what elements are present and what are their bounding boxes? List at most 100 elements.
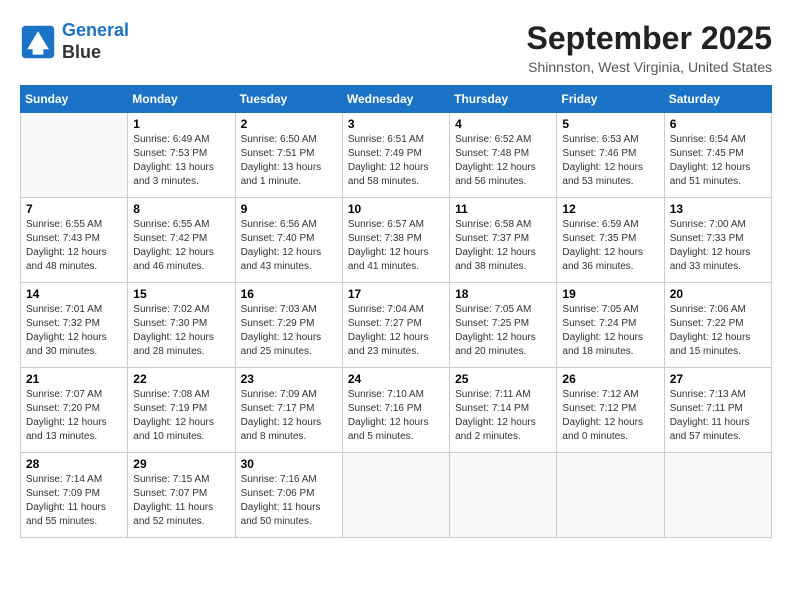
calendar-cell: 15 Sunrise: 7:02 AMSunset: 7:30 PMDayligh…	[128, 283, 235, 368]
calendar-cell: 16 Sunrise: 7:03 AMSunset: 7:29 PMDayligh…	[235, 283, 342, 368]
day-info: Sunrise: 7:12 AMSunset: 7:12 PMDaylight:…	[562, 388, 658, 444]
logo-icon	[20, 24, 56, 60]
day-info: Sunrise: 7:10 AMSunset: 7:16 PMDaylight:…	[348, 388, 444, 444]
day-info: Sunrise: 7:04 AMSunset: 7:27 PMDaylight:…	[348, 303, 444, 359]
weekday-header-monday: Monday	[128, 86, 235, 113]
week-row-1: 1 Sunrise: 6:49 AMSunset: 7:53 PMDaylight…	[21, 113, 772, 198]
day-info: Sunrise: 6:53 AMSunset: 7:46 PMDaylight:…	[562, 133, 658, 189]
logo-text: General Blue	[62, 20, 129, 63]
day-info: Sunrise: 7:11 AMSunset: 7:14 PMDaylight:…	[455, 388, 551, 444]
day-number: 19	[562, 287, 658, 301]
calendar-cell: 19 Sunrise: 7:05 AMSunset: 7:24 PMDayligh…	[557, 283, 664, 368]
week-row-4: 21 Sunrise: 7:07 AMSunset: 7:20 PMDayligh…	[21, 368, 772, 453]
weekday-header-row: SundayMondayTuesdayWednesdayThursdayFrid…	[21, 86, 772, 113]
day-number: 3	[348, 117, 444, 131]
calendar-cell: 28 Sunrise: 7:14 AMSunset: 7:09 PMDayligh…	[21, 453, 128, 538]
calendar-cell: 30 Sunrise: 7:16 AMSunset: 7:06 PMDayligh…	[235, 453, 342, 538]
day-info: Sunrise: 6:55 AMSunset: 7:42 PMDaylight:…	[133, 218, 229, 274]
day-info: Sunrise: 7:14 AMSunset: 7:09 PMDaylight:…	[26, 473, 122, 529]
day-info: Sunrise: 7:06 AMSunset: 7:22 PMDaylight:…	[670, 303, 766, 359]
calendar-cell: 6 Sunrise: 6:54 AMSunset: 7:45 PMDaylight…	[664, 113, 771, 198]
day-info: Sunrise: 7:05 AMSunset: 7:25 PMDaylight:…	[455, 303, 551, 359]
week-row-5: 28 Sunrise: 7:14 AMSunset: 7:09 PMDayligh…	[21, 453, 772, 538]
calendar-cell: 11 Sunrise: 6:58 AMSunset: 7:37 PMDayligh…	[450, 198, 557, 283]
day-info: Sunrise: 7:05 AMSunset: 7:24 PMDaylight:…	[562, 303, 658, 359]
day-info: Sunrise: 6:50 AMSunset: 7:51 PMDaylight:…	[241, 133, 337, 189]
day-number: 12	[562, 202, 658, 216]
day-info: Sunrise: 6:54 AMSunset: 7:45 PMDaylight:…	[670, 133, 766, 189]
day-number: 15	[133, 287, 229, 301]
day-number: 5	[562, 117, 658, 131]
calendar-cell	[21, 113, 128, 198]
calendar-cell: 9Sunrise: 6:56 AMSunset: 7:40 PMDaylight…	[235, 198, 342, 283]
page-header: General Blue September 2025 Shinnston, W…	[20, 20, 772, 75]
weekday-header-wednesday: Wednesday	[342, 86, 449, 113]
day-number: 11	[455, 202, 551, 216]
calendar-cell: 17 Sunrise: 7:04 AMSunset: 7:27 PMDayligh…	[342, 283, 449, 368]
weekday-header-tuesday: Tuesday	[235, 86, 342, 113]
day-number: 13	[670, 202, 766, 216]
day-number: 21	[26, 372, 122, 386]
calendar-cell: 25 Sunrise: 7:11 AMSunset: 7:14 PMDayligh…	[450, 368, 557, 453]
calendar: SundayMondayTuesdayWednesdayThursdayFrid…	[20, 85, 772, 538]
calendar-cell: 5 Sunrise: 6:53 AMSunset: 7:46 PMDaylight…	[557, 113, 664, 198]
calendar-cell: 18Sunrise: 7:05 AMSunset: 7:25 PMDayligh…	[450, 283, 557, 368]
day-number: 25	[455, 372, 551, 386]
calendar-cell: 27Sunrise: 7:13 AMSunset: 7:11 PMDayligh…	[664, 368, 771, 453]
day-number: 22	[133, 372, 229, 386]
calendar-cell: 14Sunrise: 7:01 AMSunset: 7:32 PMDayligh…	[21, 283, 128, 368]
day-info: Sunrise: 6:55 AMSunset: 7:43 PMDaylight:…	[26, 218, 122, 274]
week-row-3: 14Sunrise: 7:01 AMSunset: 7:32 PMDayligh…	[21, 283, 772, 368]
weekday-header-sunday: Sunday	[21, 86, 128, 113]
title-block: September 2025 Shinnston, West Virginia,…	[527, 20, 772, 75]
day-number: 29	[133, 457, 229, 471]
day-number: 16	[241, 287, 337, 301]
day-info: Sunrise: 7:16 AMSunset: 7:06 PMDaylight:…	[241, 473, 337, 529]
week-row-2: 7 Sunrise: 6:55 AMSunset: 7:43 PMDaylight…	[21, 198, 772, 283]
calendar-cell: 10Sunrise: 6:57 AMSunset: 7:38 PMDayligh…	[342, 198, 449, 283]
weekday-header-thursday: Thursday	[450, 86, 557, 113]
day-info: Sunrise: 7:15 AMSunset: 7:07 PMDaylight:…	[133, 473, 229, 529]
day-number: 24	[348, 372, 444, 386]
calendar-cell: 2 Sunrise: 6:50 AMSunset: 7:51 PMDaylight…	[235, 113, 342, 198]
day-info: Sunrise: 7:02 AMSunset: 7:30 PMDaylight:…	[133, 303, 229, 359]
calendar-cell: 3Sunrise: 6:51 AMSunset: 7:49 PMDaylight…	[342, 113, 449, 198]
calendar-cell: 21 Sunrise: 7:07 AMSunset: 7:20 PMDayligh…	[21, 368, 128, 453]
calendar-cell: 22 Sunrise: 7:08 AMSunset: 7:19 PMDayligh…	[128, 368, 235, 453]
day-number: 8	[133, 202, 229, 216]
day-info: Sunrise: 7:03 AMSunset: 7:29 PMDaylight:…	[241, 303, 337, 359]
day-info: Sunrise: 6:56 AMSunset: 7:40 PMDaylight:…	[241, 218, 337, 274]
calendar-cell: 7 Sunrise: 6:55 AMSunset: 7:43 PMDaylight…	[21, 198, 128, 283]
calendar-cell: 23 Sunrise: 7:09 AMSunset: 7:17 PMDayligh…	[235, 368, 342, 453]
calendar-cell: 20 Sunrise: 7:06 AMSunset: 7:22 PMDayligh…	[664, 283, 771, 368]
location: Shinnston, West Virginia, United States	[527, 59, 772, 75]
day-number: 6	[670, 117, 766, 131]
day-number: 2	[241, 117, 337, 131]
day-number: 17	[348, 287, 444, 301]
logo: General Blue	[20, 20, 129, 63]
day-info: Sunrise: 7:07 AMSunset: 7:20 PMDaylight:…	[26, 388, 122, 444]
month-title: September 2025	[527, 20, 772, 57]
day-number: 26	[562, 372, 658, 386]
calendar-cell: 13Sunrise: 7:00 AMSunset: 7:33 PMDayligh…	[664, 198, 771, 283]
calendar-cell	[557, 453, 664, 538]
weekday-header-saturday: Saturday	[664, 86, 771, 113]
day-number: 1	[133, 117, 229, 131]
day-info: Sunrise: 7:09 AMSunset: 7:17 PMDaylight:…	[241, 388, 337, 444]
calendar-cell: 12 Sunrise: 6:59 AMSunset: 7:35 PMDayligh…	[557, 198, 664, 283]
day-info: Sunrise: 6:58 AMSunset: 7:37 PMDaylight:…	[455, 218, 551, 274]
calendar-cell: 1 Sunrise: 6:49 AMSunset: 7:53 PMDaylight…	[128, 113, 235, 198]
day-number: 7	[26, 202, 122, 216]
day-number: 28	[26, 457, 122, 471]
calendar-cell	[450, 453, 557, 538]
calendar-cell	[342, 453, 449, 538]
day-info: Sunrise: 6:57 AMSunset: 7:38 PMDaylight:…	[348, 218, 444, 274]
day-info: Sunrise: 7:08 AMSunset: 7:19 PMDaylight:…	[133, 388, 229, 444]
day-number: 20	[670, 287, 766, 301]
calendar-cell: 8 Sunrise: 6:55 AMSunset: 7:42 PMDaylight…	[128, 198, 235, 283]
day-info: Sunrise: 6:59 AMSunset: 7:35 PMDaylight:…	[562, 218, 658, 274]
day-number: 23	[241, 372, 337, 386]
day-number: 30	[241, 457, 337, 471]
day-info: Sunrise: 6:49 AMSunset: 7:53 PMDaylight:…	[133, 133, 229, 189]
calendar-cell: 24 Sunrise: 7:10 AMSunset: 7:16 PMDayligh…	[342, 368, 449, 453]
